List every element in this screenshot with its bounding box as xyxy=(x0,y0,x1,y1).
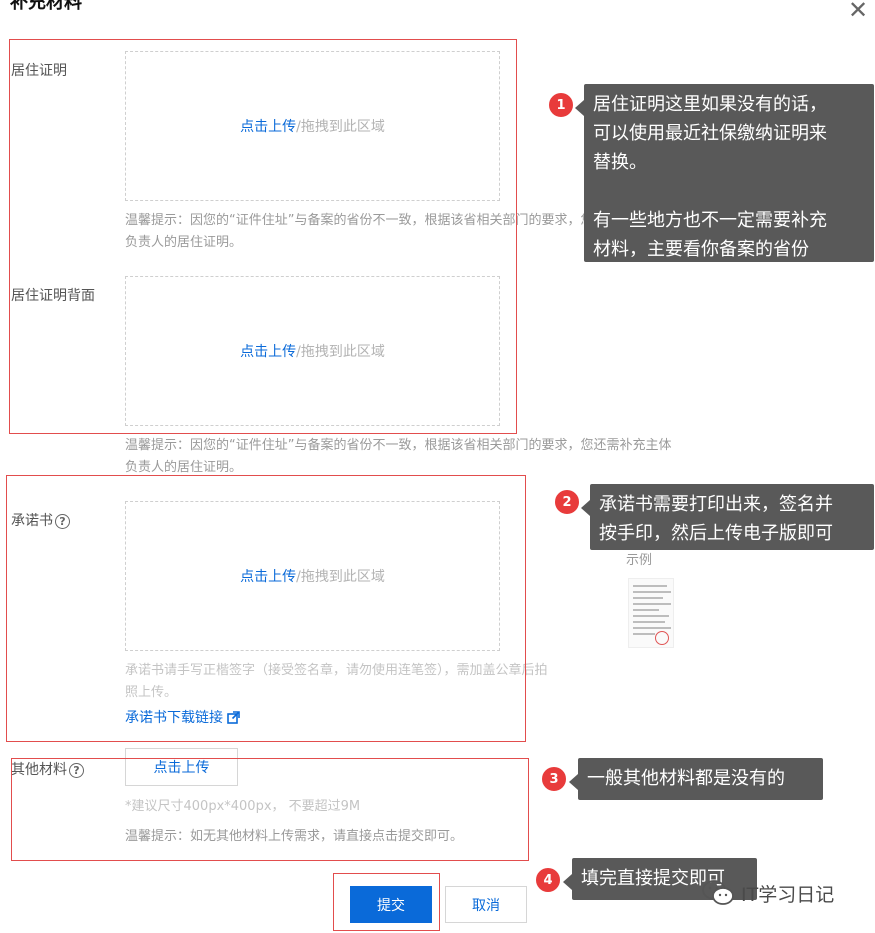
wechat-icon xyxy=(702,880,734,905)
annotation-badge-1: 1 xyxy=(547,91,575,119)
cancel-button[interactable]: 取消 xyxy=(445,886,527,923)
annotation-badge-3: 3 xyxy=(540,765,568,793)
annotation-box-submit xyxy=(333,873,440,931)
sample-document-thumbnail[interactable] xyxy=(628,578,674,648)
seal-mark xyxy=(655,631,669,645)
annotation-callout-3: 一般其他材料都是没有的 xyxy=(569,758,823,800)
sample-label: 示例 xyxy=(626,553,653,568)
dialog-title: 补充材料 xyxy=(10,0,82,13)
annotation-box-commitment xyxy=(6,475,526,742)
residence-proof-back-hint: 温馨提示：因您的“证件住址”与备案的省份不一致，根据该省相关部门的要求，您还需补… xyxy=(125,438,672,475)
close-icon[interactable]: ✕ xyxy=(848,0,868,22)
annotation-badge-4: 4 xyxy=(534,866,562,894)
annotation-box-other xyxy=(11,758,529,861)
annotation-box-residence xyxy=(9,39,517,434)
annotation-callout-1: 居住证明这里如果没有的话， 可以使用最近社保缴纳证明来 替换。 有一些地方也不一… xyxy=(575,84,874,262)
watermark: IT学习日记 xyxy=(701,879,834,907)
annotation-callout-2: 承诺书需要打印出来，签名并 按手印，然后上传电子版即可 xyxy=(581,484,874,550)
annotation-badge-2: 2 xyxy=(553,488,581,516)
